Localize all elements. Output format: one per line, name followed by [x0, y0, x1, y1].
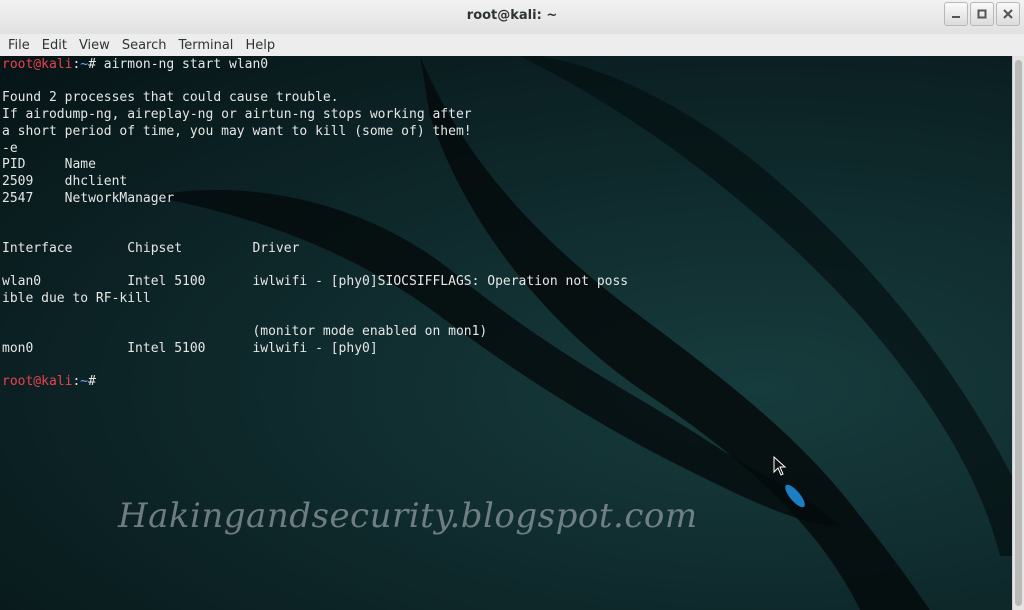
menu-file[interactable]: File [2, 38, 36, 53]
menu-edit[interactable]: Edit [36, 38, 73, 53]
terminal-output: root@kali:~# airmon-ng start wlan0 Found… [2, 57, 628, 391]
prompt-user: root@kali [2, 374, 73, 390]
prompt-symbol: # [88, 374, 104, 390]
close-button[interactable] [996, 2, 1020, 26]
terminal-window: root@kali: ~ File Edit View Search Termi… [0, 0, 1024, 610]
minimize-button[interactable] [944, 2, 968, 26]
window-title: root@kali: ~ [466, 8, 558, 23]
menu-terminal[interactable]: Terminal [172, 38, 239, 53]
mouse-pointer-icon [773, 456, 787, 476]
scrollbar-thumb[interactable] [1015, 60, 1022, 606]
command-output: Found 2 processes that could cause troub… [2, 90, 629, 356]
title-bar[interactable]: root@kali: ~ [0, 0, 1024, 35]
watermark-text: Hakingandsecurity.blogspot.com [118, 496, 698, 536]
vertical-scrollbar[interactable] [1012, 56, 1024, 610]
prompt-symbol: # [88, 57, 104, 72]
menu-bar: File Edit View Search Terminal Help [0, 34, 1024, 56]
minimize-icon [952, 16, 960, 18]
prompt-path: ~ [80, 374, 89, 390]
window-controls [944, 2, 1020, 26]
maximize-button[interactable] [970, 2, 994, 26]
prompt-path: ~ [80, 57, 89, 72]
menu-search[interactable]: Search [116, 38, 173, 53]
terminal-area[interactable]: root@kali:~# airmon-ng start wlan0 Found… [0, 56, 1012, 610]
menu-help[interactable]: Help [239, 38, 281, 53]
close-icon [1003, 9, 1013, 19]
prompt-user: root@kali [2, 57, 73, 72]
maximize-icon [977, 9, 987, 19]
command-text: airmon-ng start wlan0 [103, 57, 269, 72]
menu-view[interactable]: View [73, 38, 116, 53]
